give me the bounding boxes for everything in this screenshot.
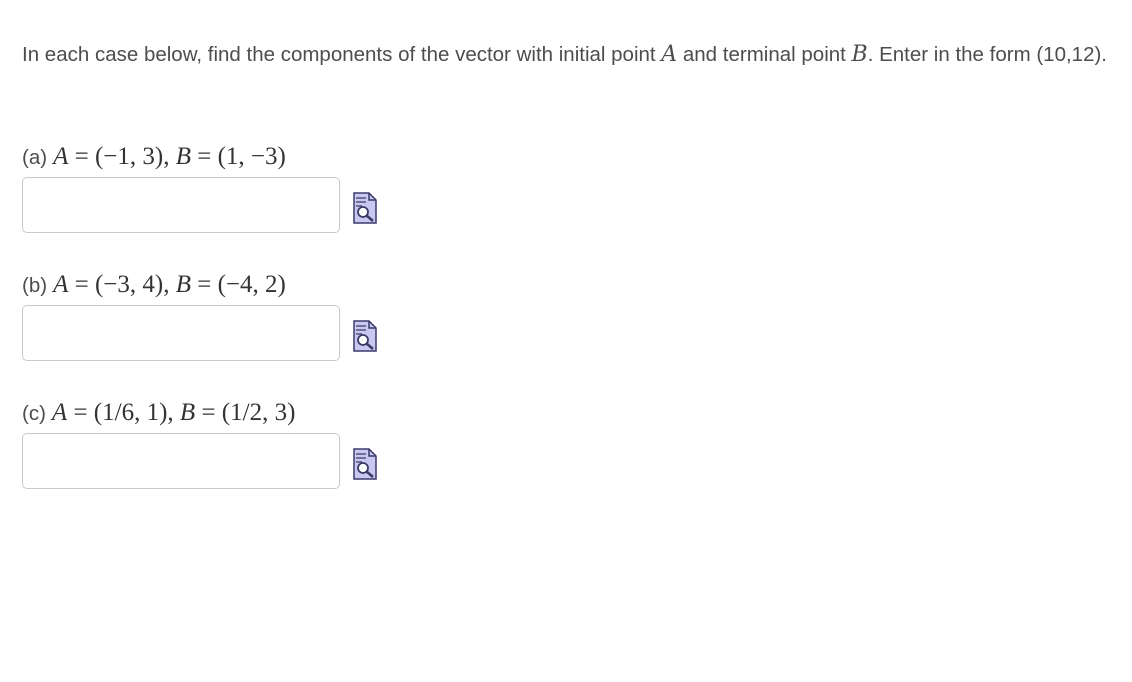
- preview-document-magnifier-icon[interactable]: [352, 448, 378, 480]
- part-a-answer-row: [22, 177, 377, 239]
- part-c-letter: (c): [22, 402, 46, 425]
- intro-text-end: . Enter in the form (10,12).: [867, 43, 1107, 66]
- part-a-letter: (a): [22, 146, 48, 169]
- point-a-symbol: A: [661, 42, 678, 67]
- problem-intro: In each case below, find the components …: [22, 38, 1122, 72]
- part-b-b-value: (−4, 2): [217, 271, 286, 298]
- part-c-answer-input[interactable]: [22, 433, 340, 489]
- part-b-answer-row: [22, 305, 377, 367]
- part-b-answer-input[interactable]: [22, 305, 340, 361]
- preview-document-magnifier-icon[interactable]: [352, 192, 378, 224]
- intro-text-start: In each case below, find the components …: [22, 43, 662, 66]
- part-b-letter: (b): [22, 274, 48, 297]
- point-b-symbol: B: [851, 42, 868, 67]
- part-a-answer-input[interactable]: [22, 177, 340, 233]
- part-a-label: (a) A = (−1, 3), B = (1, −3): [22, 142, 286, 173]
- part-c-a-value: (1/6, 1): [93, 399, 168, 426]
- part-c-answer-row: [22, 433, 377, 495]
- part-a: (a) A = (−1, 3), B = (1, −3): [22, 142, 377, 239]
- part-a-a-value: (−1, 3): [94, 143, 164, 170]
- part-a-b-value: (1, −3): [217, 143, 286, 170]
- part-b-label: (b) A = (−3, 4), B = (−4, 2): [22, 270, 286, 301]
- part-c-b-value: (1/2, 3): [221, 399, 296, 426]
- preview-document-magnifier-icon[interactable]: [352, 320, 378, 352]
- part-b-a-value: (−3, 4): [94, 271, 164, 298]
- part-b: (b) A = (−3, 4), B = (−4, 2): [22, 270, 377, 367]
- part-c-equation: A = (1/6, 1), B = (1/2, 3): [51, 399, 296, 426]
- part-c: (c) A = (1/6, 1), B = (1/2, 3): [22, 398, 377, 495]
- problem-statement: In each case below, find the components …: [22, 38, 1122, 72]
- part-b-equation: A = (−3, 4), B = (−4, 2): [53, 271, 286, 298]
- part-c-label: (c) A = (1/6, 1), B = (1/2, 3): [22, 398, 295, 429]
- intro-text-middle: and terminal point: [677, 43, 852, 66]
- part-a-equation: A = (−1, 3), B = (1, −3): [53, 143, 286, 170]
